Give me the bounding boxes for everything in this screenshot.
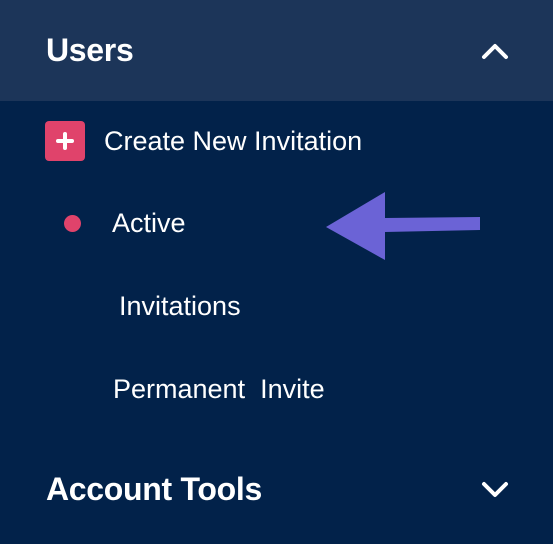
plus-icon: [45, 121, 85, 161]
menu-item-label: Active: [112, 207, 186, 238]
menu-item-label: Invitations: [119, 290, 241, 321]
chevron-down-icon[interactable]: [481, 475, 509, 503]
active-dot-icon: [64, 214, 81, 232]
arrow-left-icon: [326, 192, 480, 260]
users-section-title: Users: [46, 32, 134, 68]
menu-item-permanent-invite[interactable]: Permanent Invite: [0, 359, 553, 419]
menu-item-create-new-invitation[interactable]: Create New Invitation: [0, 111, 553, 171]
chevron-up-icon[interactable]: [481, 37, 509, 65]
menu-item-label: Permanent Invite: [113, 373, 325, 404]
menu-item-label: Create New Invitation: [104, 125, 363, 156]
menu-item-invitations[interactable]: Invitations: [0, 276, 553, 336]
sidebar-nav: Users Create New Invitation Active Invit…: [0, 0, 553, 544]
account-tools-section-header[interactable]: Account Tools: [0, 444, 553, 534]
account-tools-section-title: Account Tools: [46, 470, 262, 507]
users-section-header[interactable]: Users: [0, 0, 553, 101]
